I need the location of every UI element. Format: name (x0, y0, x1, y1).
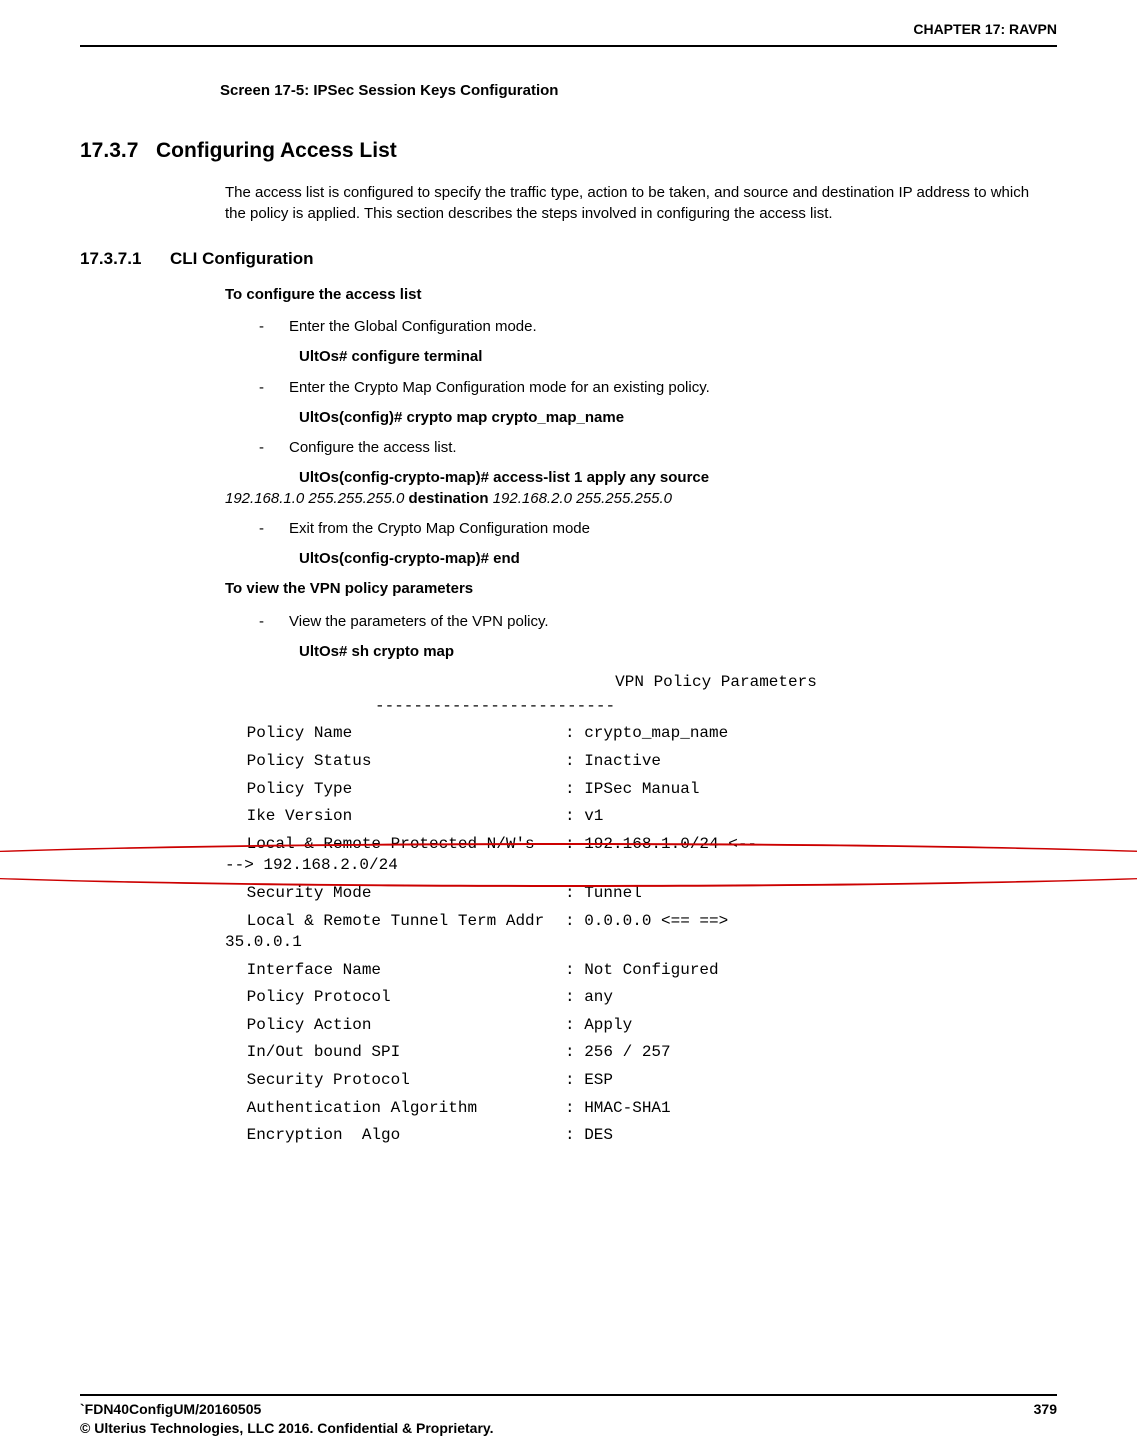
bullet-dash: - (259, 317, 289, 337)
output-row: Policy Action: Apply (225, 1015, 1047, 1037)
output-row: Policy Name: crypto_map_name (225, 723, 1047, 745)
output-key: Encryption Algo (225, 1125, 565, 1147)
section-intro: The access list is configured to specify… (225, 183, 1047, 224)
section-number: 17.3.7 (80, 137, 156, 165)
section-title: Configuring Access List (156, 139, 397, 162)
footer-doc-id: `FDN40ConfigUM/20160505 (80, 1400, 494, 1419)
output-key: Local & Remote Protected N/W's (225, 834, 565, 856)
screen-caption: Screen 17-5: IPSec Session Keys Configur… (220, 81, 1057, 101)
output-key: Policy Name (225, 723, 565, 745)
view-heading: To view the VPN policy parameters (225, 579, 1047, 599)
configure-heading: To configure the access list (225, 285, 1047, 305)
cmd-part: destination (404, 490, 492, 507)
output-value: : v1 (565, 806, 603, 828)
output-row: Ike Version: v1 (225, 806, 1047, 828)
output-value: : DES (565, 1125, 613, 1147)
bullet-dash: - (259, 612, 289, 632)
output-key: Security Mode (225, 883, 565, 905)
output-row: Local & Remote Tunnel Term Addr : 0.0.0.… (225, 911, 1047, 954)
output-row: Policy Protocol: any (225, 987, 1047, 1009)
cli-command: UltOs(config-crypto-map)# access-list 1 … (225, 468, 1047, 509)
step-text: Configure the access list. (289, 438, 1047, 458)
output-value: : Apply (565, 1015, 632, 1037)
output-key: Policy Status (225, 751, 565, 773)
step-text: Exit from the Crypto Map Configuration m… (289, 519, 1047, 539)
footer-copyright: © Ulterius Technologies, LLC 2016. Confi… (80, 1419, 494, 1438)
output-row: Interface Name: Not Configured (225, 960, 1047, 982)
cli-command: UltOs# configure terminal (225, 347, 1047, 367)
output-row: Encryption Algo: DES (225, 1125, 1047, 1147)
output-value: : 0.0.0.0 <== ==> (565, 911, 728, 933)
step-row: - Enter the Crypto Map Configuration mod… (225, 378, 1047, 398)
bullet-dash: - (259, 438, 289, 458)
cmd-part-italic: 192.168.1.0 255.255.255.0 (225, 490, 404, 507)
output-key: Policy Protocol (225, 987, 565, 1009)
cli-output: VPN Policy Parameters ------------------… (225, 672, 1047, 1147)
step-text: View the parameters of the VPN policy. (289, 612, 1047, 632)
chapter-header: CHAPTER 17: RAVPN (80, 20, 1057, 47)
output-key: Authentication Algorithm (225, 1098, 565, 1120)
output-key: Policy Type (225, 779, 565, 801)
output-value: : 256 / 257 (565, 1042, 671, 1064)
step-text: Enter the Global Configuration mode. (289, 317, 1047, 337)
output-value: : Not Configured (565, 960, 719, 982)
step-row: - View the parameters of the VPN policy. (225, 612, 1047, 632)
cmd-part-italic: 192.168.2.0 255.255.255.0 (493, 490, 672, 507)
output-key: In/Out bound SPI (225, 1042, 565, 1064)
step-row: - Exit from the Crypto Map Configuration… (225, 519, 1047, 539)
output-key: Ike Version (225, 806, 565, 828)
output-value: : any (565, 987, 613, 1009)
output-value-cont: 35.0.0.1 (225, 932, 1047, 954)
step-row: - Configure the access list. (225, 438, 1047, 458)
subsection-title: CLI Configuration (170, 249, 314, 268)
output-row: Security Protocol: ESP (225, 1070, 1047, 1092)
output-title: VPN Policy Parameters (225, 672, 1047, 694)
bullet-dash: - (259, 378, 289, 398)
cli-command: UltOs# sh crypto map (225, 642, 1047, 662)
footer-page-number: 379 (1034, 1400, 1057, 1438)
output-value: : HMAC-SHA1 (565, 1098, 671, 1120)
output-row: Security Mode: Tunnel (225, 883, 1047, 905)
output-value: : Tunnel (565, 883, 642, 905)
output-row: In/Out bound SPI: 256 / 257 (225, 1042, 1047, 1064)
cli-command: UltOs(config)# crypto map crypto_map_nam… (225, 408, 1047, 428)
output-key: Interface Name (225, 960, 565, 982)
bullet-dash: - (259, 519, 289, 539)
subsection-heading: 17.3.7.1CLI Configuration (80, 248, 1057, 271)
output-row-highlighted: Local & Remote Protected N/W's : 192.168… (225, 834, 1047, 877)
output-key: Security Protocol (225, 1070, 565, 1092)
output-value: : crypto_map_name (565, 723, 728, 745)
page-footer: `FDN40ConfigUM/20160505 © Ulterius Techn… (80, 1394, 1057, 1438)
section-heading: 17.3.7Configuring Access List (80, 137, 1057, 165)
output-row: Policy Type: IPSec Manual (225, 779, 1047, 801)
output-key: Policy Action (225, 1015, 565, 1037)
output-divider: ------------------------- (225, 696, 1047, 718)
output-value-cont: --> 192.168.2.0/24 (225, 855, 1047, 877)
output-value: : Inactive (565, 751, 661, 773)
subsection-number: 17.3.7.1 (80, 248, 170, 271)
output-value: : IPSec Manual (565, 779, 699, 801)
step-row: - Enter the Global Configuration mode. (225, 317, 1047, 337)
cli-command: UltOs(config-crypto-map)# end (225, 549, 1047, 569)
output-row: Policy Status: Inactive (225, 751, 1047, 773)
output-value: : 192.168.1.0/24 <-- (565, 834, 757, 856)
output-row: Authentication Algorithm: HMAC-SHA1 (225, 1098, 1047, 1120)
step-text: Enter the Crypto Map Configuration mode … (289, 378, 1047, 398)
cmd-part: UltOs(config-crypto-map)# access-list 1 … (299, 469, 709, 486)
output-value: : ESP (565, 1070, 613, 1092)
output-key: Local & Remote Tunnel Term Addr (225, 911, 565, 933)
